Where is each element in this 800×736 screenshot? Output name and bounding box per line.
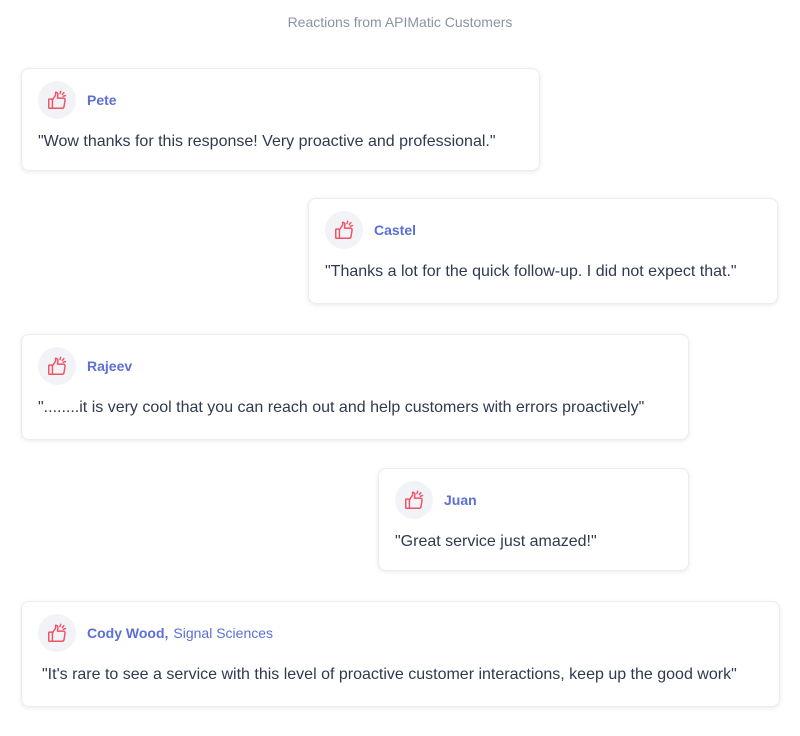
reaction-quote: "Wow thanks for this response! Very proa…	[38, 133, 496, 150]
reaction-quote: "It's rare to see a service with this le…	[42, 666, 737, 683]
thumbs-up-icon	[38, 614, 76, 652]
reaction-header: Pete	[38, 81, 117, 119]
reaction-card: Rajeev "........it is very cool that you…	[21, 334, 689, 440]
author-company: Signal Sciences	[173, 625, 274, 641]
author-name: Rajeev	[87, 358, 133, 374]
author-name: Cody Wood,	[87, 625, 169, 641]
thumbs-up-icon	[325, 211, 363, 249]
thumbs-up-icon	[395, 481, 433, 519]
reaction-header: Castel	[325, 211, 416, 249]
reaction-header: Juan	[395, 481, 477, 519]
reaction-quote: "Thanks a lot for the quick follow-up. I…	[325, 263, 737, 280]
author-name: Castel	[374, 222, 417, 238]
reaction-card: Pete "Wow thanks for this response! Very…	[21, 68, 540, 171]
author-name: Juan	[444, 492, 477, 508]
thumbs-up-icon	[38, 347, 76, 385]
reaction-card: Juan "Great service just amazed!"	[378, 468, 689, 571]
page-title: Reactions from APIMatic Customers	[287, 14, 513, 30]
thumbs-up-icon	[38, 81, 76, 119]
author-name: Pete	[87, 92, 117, 108]
reaction-header: Cody Wood, Signal Sciences	[38, 614, 273, 652]
reaction-quote: "Great service just amazed!"	[395, 533, 597, 550]
reaction-card: Castel "Thanks a lot for the quick follo…	[308, 198, 778, 304]
reaction-quote: "........it is very cool that you can re…	[38, 399, 645, 416]
reaction-card: Cody Wood, Signal Sciences "It's rare to…	[21, 601, 780, 707]
reaction-header: Rajeev	[38, 347, 132, 385]
